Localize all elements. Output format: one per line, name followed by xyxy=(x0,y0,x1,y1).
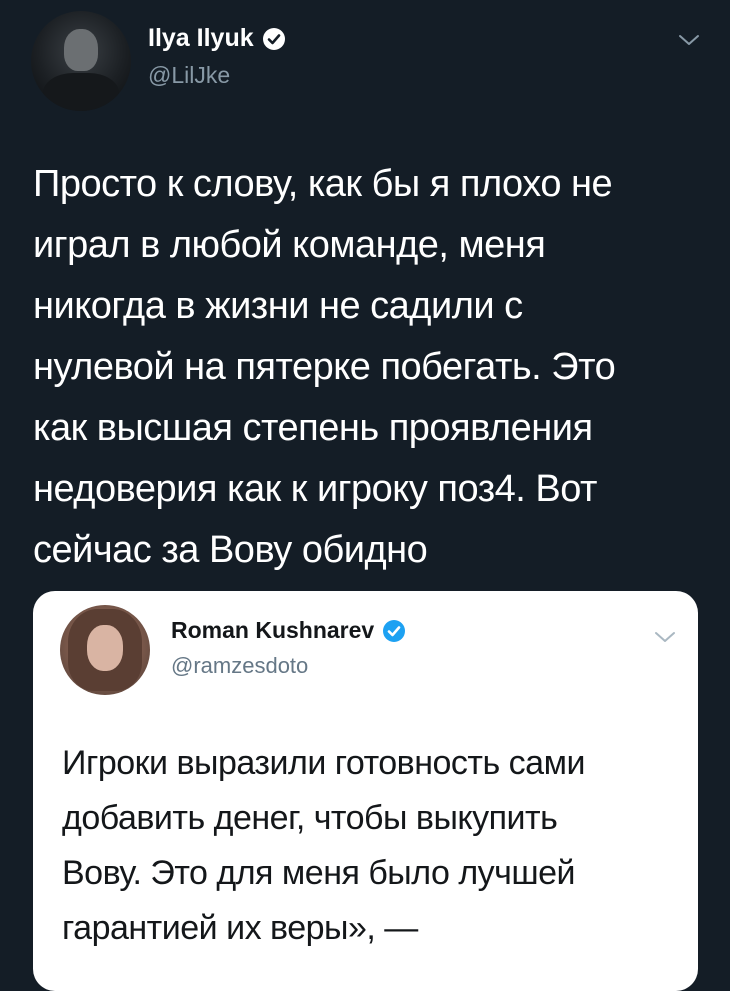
avatar-shoulders-shape xyxy=(43,73,119,111)
tweet-text-line: как высшая степень проявления xyxy=(33,407,593,449)
verified-badge-icon xyxy=(262,27,285,50)
tweet-text-line: Просто к слову, как бы я плохо не xyxy=(33,163,613,205)
tweet-text-line: нулевой на пятерке побегать. Это xyxy=(33,346,616,388)
tweet-text-line: играл в любой команде, меня xyxy=(33,224,546,266)
chevron-down-icon[interactable] xyxy=(653,629,677,645)
author-name[interactable]: Ilya Ilyuk xyxy=(148,24,254,53)
tweet-text-line: никогда в жизни не садили с xyxy=(33,285,523,327)
quoted-tweet-card[interactable]: Roman Kushnarev @ramzesdoto Игроки выраз… xyxy=(33,591,698,991)
quoted-author-name-row[interactable]: Roman Kushnarev xyxy=(171,617,406,644)
author-name-row[interactable]: Ilya Ilyuk xyxy=(148,24,286,53)
quoted-author-name[interactable]: Roman Kushnarev xyxy=(171,617,374,644)
avatar-face-shape xyxy=(87,625,123,671)
verified-badge-icon xyxy=(383,619,406,642)
tweet-container: Ilya Ilyuk @LilJke Просто к слову, как б… xyxy=(0,0,730,991)
avatar-head-shape xyxy=(64,29,98,71)
quoted-text-line: гарантией их веры», — xyxy=(62,909,418,947)
quoted-text-line: добавить денег, чтобы выкупить xyxy=(62,799,558,837)
quoted-author-avatar[interactable] xyxy=(60,605,150,695)
author-avatar[interactable] xyxy=(31,11,131,111)
quoted-tweet-text: Игроки выразили готовность сами добавить… xyxy=(62,736,682,956)
tweet-text-line: сейчас за Вову обидно xyxy=(33,529,428,571)
chevron-down-icon[interactable] xyxy=(677,32,701,48)
quoted-text-line: Игроки выразили готовность сами xyxy=(62,744,585,782)
tweet-text: Просто к слову, как бы я плохо не играл … xyxy=(33,154,673,581)
author-handle[interactable]: @LilJke xyxy=(148,62,230,89)
quoted-text-line: Вову. Это для меня было лучшей xyxy=(62,854,576,892)
quoted-author-handle[interactable]: @ramzesdoto xyxy=(171,653,308,679)
tweet-text-line: недоверия как к игроку поз4. Вот xyxy=(33,468,597,510)
